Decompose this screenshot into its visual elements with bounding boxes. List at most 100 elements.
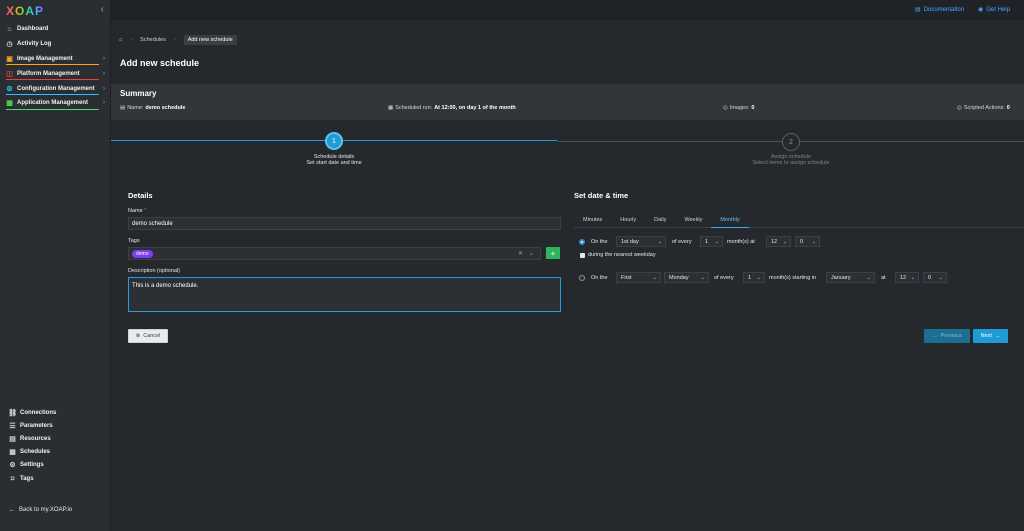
radio-on-the-day[interactable] (579, 239, 585, 245)
app-root: XOAP ‹ ⌂ Dashboard ◷ Activity Log ▣ Imag… (0, 0, 1024, 531)
sidebar: XOAP ‹ ⌂ Dashboard ◷ Activity Log ▣ Imag… (0, 0, 111, 531)
sidebar-item-platform-management[interactable]: ◫ Platform Management › (0, 66, 111, 81)
page-title: Add new schedule (120, 58, 200, 68)
xoap-logo[interactable]: XOAP (6, 4, 44, 18)
day-select[interactable]: 1st day ⌄ (616, 236, 666, 247)
home-icon[interactable]: ⌂ (119, 37, 122, 43)
sidebar-item-parameters[interactable]: ☰ Parameters (0, 419, 111, 432)
back-link[interactable]: ← Back to my.XOAP.io (9, 507, 72, 513)
minute-select-2[interactable]: 0 ⌄ (923, 272, 947, 283)
breadcrumb-item-schedules[interactable]: Schedules (140, 37, 166, 43)
weekday-select-value: Monday (669, 274, 689, 281)
sidebar-item-schedules[interactable]: ▦ Schedules (0, 446, 111, 459)
add-tag-button[interactable]: + (546, 247, 560, 259)
resources-icon: ▤ (9, 435, 16, 443)
name-label-text: Name (128, 208, 143, 214)
chevron-down-icon: ⌄ (811, 239, 816, 245)
hour-select-2[interactable]: 12 ⌄ (895, 272, 919, 283)
step-2-circle[interactable]: 2 (782, 133, 800, 151)
sidebar-bottom-nav: ⛓ Connections ☰ Parameters ▤ Resources ▦… (0, 406, 111, 485)
clear-icon[interactable]: ✕ (518, 250, 523, 257)
get-help-link[interactable]: ◉ Get Help (978, 6, 1010, 14)
summary-scripted-value: 0 (1006, 105, 1010, 111)
next-button[interactable]: Next → (973, 329, 1008, 343)
tab-hourly[interactable]: Hourly (611, 212, 645, 227)
sidebar-item-resources[interactable]: ▤ Resources (0, 432, 111, 445)
required-marker: * (144, 208, 147, 214)
chevron-down-icon: ⌄ (938, 275, 943, 281)
sidebar-item-image-management[interactable]: ▣ Image Management › (0, 52, 111, 67)
sidebar-item-settings[interactable]: ⚙ Settings (0, 459, 111, 472)
weekday-select[interactable]: Monday ⌄ (664, 272, 709, 283)
previous-button[interactable]: ← Previous (924, 329, 970, 343)
documentation-link[interactable]: ▤ Documentation (915, 6, 965, 14)
details-title: Details (128, 191, 153, 200)
document-icon: ▤ (120, 105, 126, 111)
sidebar-item-activity-log[interactable]: ◷ Activity Log (0, 37, 111, 52)
radio-on-the-weekday[interactable] (579, 275, 585, 281)
arrow-left-icon: ← (932, 333, 938, 339)
tags-input[interactable]: demo ✕ ⌄ (128, 247, 541, 260)
nearest-weekday-checkbox[interactable] (580, 253, 585, 258)
accent-bar (6, 93, 99, 95)
plus-icon: + (550, 248, 556, 258)
summary-title: Summary (120, 89, 157, 98)
summary-run-value: At 12:00, on day 1 of the month (434, 105, 516, 111)
chevron-right-icon: › (103, 55, 105, 62)
day-select-value: 1st day (621, 238, 639, 245)
help-icon: ◉ (978, 7, 984, 13)
chevron-right-icon: › (103, 85, 105, 92)
back-link-label: Back to my.XOAP.io (19, 507, 73, 513)
link-icon: ⛓ (8, 409, 17, 417)
sidebar-item-label: Schedules (20, 449, 51, 456)
tab-weekly[interactable]: Weekly (675, 212, 711, 227)
breadcrumb-item-current: Add new schedule (183, 35, 237, 45)
tab-daily[interactable]: Daily (645, 212, 675, 227)
sidebar-item-label: Connections (20, 409, 57, 416)
sidebar-item-dashboard[interactable]: ⌂ Dashboard (0, 22, 111, 37)
name-input[interactable]: demo schedule (128, 217, 561, 230)
sidebar-item-label: Parameters (20, 422, 53, 429)
minute-select[interactable]: 0 ⌄ (795, 236, 820, 247)
every-select[interactable]: 1 ⌄ (700, 236, 723, 247)
tab-monthly[interactable]: Monthly (711, 212, 749, 228)
nearest-weekday-label: during the nearest weekday (588, 252, 656, 258)
script-icon: ◎ (957, 105, 962, 111)
tab-minutes[interactable]: Minutes (574, 212, 611, 227)
chevron-down-icon[interactable]: ⌄ (529, 250, 534, 257)
documentation-label: Documentation (923, 6, 965, 13)
cancel-button[interactable]: ⊗ Cancel (128, 329, 168, 343)
sidebar-item-connections[interactable]: ⛓ Connections (0, 406, 111, 419)
book-icon: ▤ (915, 7, 921, 13)
sidebar-item-application-management[interactable]: ▦ Application Management › (0, 96, 111, 111)
chevron-left-icon[interactable]: ‹ (101, 4, 104, 15)
chevron-down-icon: ⌄ (866, 275, 871, 281)
sidebar-item-configuration-management[interactable]: ⚙ Configuration Management › (0, 81, 111, 96)
arrow-right-icon: → (994, 333, 1001, 339)
month-select[interactable]: January ⌄ (826, 272, 875, 283)
summary-run-label: Scheduled run: (395, 105, 433, 111)
accent-bar (6, 108, 99, 110)
chevron-right-icon: › (103, 70, 105, 77)
description-textarea[interactable]: This is a demo schedule. (128, 277, 561, 312)
ordinal-select[interactable]: First ⌄ (616, 272, 661, 283)
breadcrumb-separator: › (130, 37, 133, 43)
sidebar-item-label: Platform Management (17, 70, 80, 77)
summary-scheduled-run: ▦ Scheduled run: At 12:00, on day 1 of t… (388, 105, 516, 111)
summary-panel: Summary ▤ Name: demo schedule ▦ Schedule… (111, 84, 1024, 120)
at-label: at (881, 275, 886, 281)
accent-bar (6, 64, 99, 66)
minute-select-value: 0 (800, 238, 804, 245)
tag-chip[interactable]: demo (132, 249, 153, 258)
starting-in-label: month(s) starting in (769, 275, 817, 281)
sidebar-item-tags[interactable]: ⌑ Tags (0, 472, 111, 485)
hour-select[interactable]: 12 ⌄ (766, 236, 791, 247)
hour-select-value: 12 (771, 238, 778, 245)
step-1-circle[interactable]: 1 (325, 132, 343, 150)
chevron-down-icon: ⌄ (700, 275, 705, 281)
every-select-2[interactable]: 1 ⌄ (743, 272, 765, 283)
summary-name-value: demo schedule (145, 105, 186, 111)
home-icon: ⌂ (7, 25, 12, 33)
apps-icon: ▦ (6, 100, 13, 108)
config-icon: ⚙ (6, 85, 13, 93)
